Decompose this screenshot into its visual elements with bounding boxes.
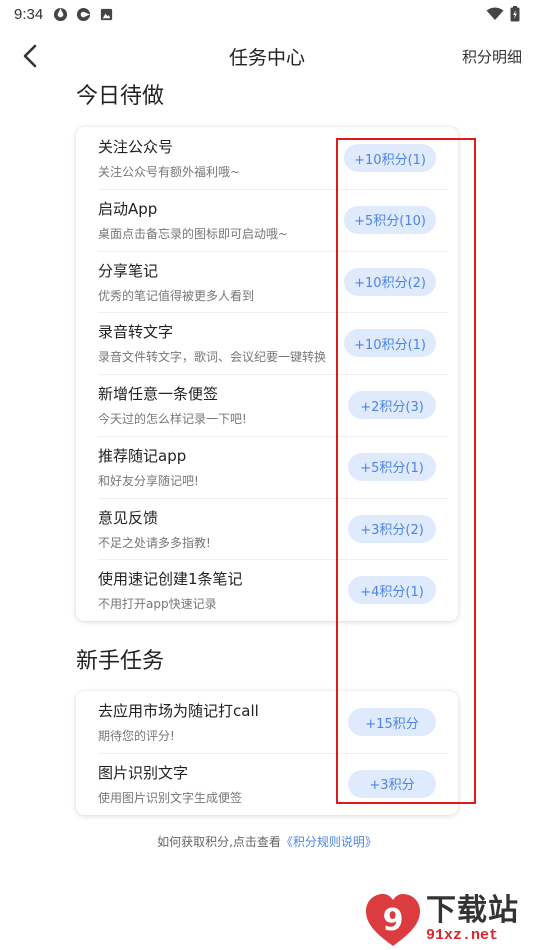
task-description: 使用图片识别文字生成便签 (98, 790, 243, 805)
task-description: 优秀的笔记值得被更多人看到 (98, 288, 255, 303)
app-notification-icon (77, 7, 91, 21)
task-reward-button[interactable]: +3积分(2) (348, 514, 436, 543)
task-reward-button[interactable]: +10积分(1) (344, 329, 436, 358)
points-detail-link[interactable]: 积分明细 (462, 46, 522, 67)
status-time: 9:34 (14, 5, 44, 23)
task-reward-button[interactable]: +15积分 (348, 708, 436, 736)
status-bar: 9:34 (0, 0, 534, 28)
newbie-tasks-card: 去应用市场为随记打call 期待您的评分! +15积分 图片识别文字 使用图片识… (76, 691, 458, 815)
back-button[interactable] (14, 40, 46, 72)
section-title-newbie: 新手任务 (76, 649, 165, 674)
task-row: 去应用市场为随记打call 期待您的评分! +15积分 (76, 691, 458, 753)
app-notification-icon (54, 7, 68, 21)
footer-hint-text: 如何获取积分,点击查看 (157, 835, 281, 849)
task-row: 新增任意一条便签 今天过的怎么样记录一下吧! +2积分(3) (76, 374, 458, 436)
task-row: 启动App 桌面点击备忘录的图标即可启动哦~ +5积分(10) (76, 188, 458, 251)
battery-charging-icon (510, 6, 520, 22)
chevron-left-icon (23, 44, 37, 68)
task-row: 分享笔记 优秀的笔记值得被更多人看到 +10积分(2) (76, 250, 458, 313)
wifi-icon (486, 7, 504, 20)
site-watermark: 9 下载站 91xz.net (362, 890, 534, 950)
task-description: 不足之处请多多指教! (98, 535, 211, 550)
task-reward-button[interactable]: +5积分(10) (344, 205, 436, 234)
task-description: 和好友分享随记吧! (98, 473, 199, 488)
task-row: 录音转文字 录音文件转文字，歌词、会议纪要一键转换 +10积分(1) (76, 312, 458, 374)
task-row: 关注公众号 关注公众号有额外福利哦~ +10积分(1) (76, 127, 458, 189)
task-reward-button[interactable]: +10积分(2) (344, 267, 436, 296)
task-reward-button[interactable]: +10积分(1) (344, 144, 436, 172)
task-description: 录音文件转文字，歌词、会议纪要一键转换 (98, 350, 327, 365)
task-row: 推荐随记app 和好友分享随记吧! +5积分(1) (76, 435, 458, 498)
top-app-bar: 任务中心 积分明细 (0, 36, 534, 76)
footer-hint: 如何获取积分,点击查看《积分规则说明》 (0, 833, 534, 850)
task-description: 期待您的评分! (98, 729, 175, 743)
watermark-text: 下载站 (426, 893, 519, 928)
task-description: 桌面点击备忘录的图标即可启动哦~ (98, 226, 289, 241)
task-row: 图片识别文字 使用图片识别文字生成便签 +3积分 (76, 752, 458, 815)
task-description: 今天过的怎么样记录一下吧! (98, 412, 247, 426)
task-reward-button[interactable]: +2积分(3) (348, 391, 436, 419)
watermark-logo-icon: 9 (366, 894, 420, 946)
task-reward-button[interactable]: +5积分(1) (348, 452, 436, 481)
watermark-logo-digit: 9 (383, 903, 404, 938)
task-row: 使用速记创建1条笔记 不用打开app快速记录 +4积分(1) (76, 559, 458, 621)
section-title-daily: 今日待做 (76, 84, 165, 109)
points-rules-link[interactable]: 《积分规则说明》 (281, 835, 377, 849)
task-reward-button[interactable]: +3积分 (348, 769, 436, 798)
task-reward-button[interactable]: +4积分(1) (348, 576, 436, 605)
image-notification-icon (101, 8, 113, 20)
watermark-domain: 91xz.net (426, 927, 499, 944)
page-title: 任务中心 (228, 46, 305, 69)
task-row: 意见反馈 不足之处请多多指教! +3积分(2) (76, 497, 458, 560)
daily-tasks-card: 关注公众号 关注公众号有额外福利哦~ +10积分(1) 启动App 桌面点击备忘… (76, 127, 458, 621)
task-description: 不用打开app快速记录 (98, 597, 217, 612)
task-description: 关注公众号有额外福利哦~ (98, 165, 241, 179)
